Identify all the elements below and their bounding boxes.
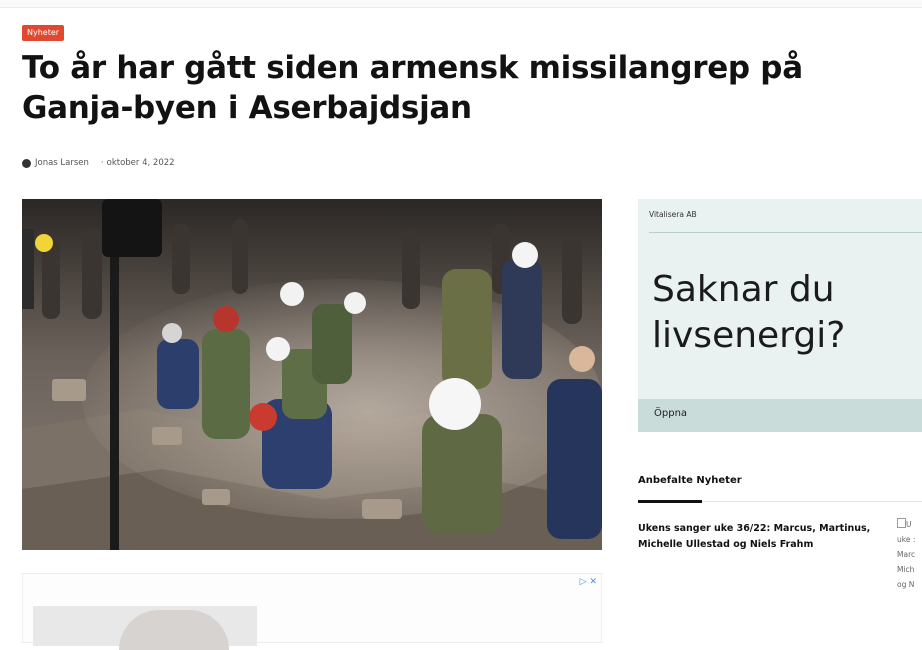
thumb-alt-line: uke : [897,535,916,544]
recommended-item-thumbnail[interactable]: U uke : Marc Mich og N [897,517,922,607]
ad-open-button[interactable]: Öppna [638,399,922,432]
rescue-scene-image [22,199,602,550]
ad-sponsor: Vitalisera AB [649,210,697,219]
author-icon [22,158,31,168]
thumb-alt-line: Marc [897,550,916,559]
category-badge[interactable]: Nyheter [22,25,65,41]
publish-date: oktober 4, 2022 [106,158,175,168]
inline-advertisement[interactable]: ▷ ✕ [22,573,602,650]
sidebar-advertisement[interactable]: Vitalisera AB Saknar du livsenergi? Öppn… [638,199,922,432]
author-name[interactable]: Jonas Larsen [35,158,89,168]
thumb-alt-line: U [897,517,922,532]
thumb-alt-line: Mich [897,565,915,574]
ad-person-image [119,610,229,650]
ad-headline: Saknar du livsenergi? [652,269,846,356]
top-navigation-bar [0,0,922,8]
ad-choices-icon[interactable]: ▷ ✕ [580,577,597,587]
recommended-accent [638,500,702,503]
broken-image-icon [897,518,906,528]
recommended-item-title[interactable]: Ukens sanger uke 36/22: Marcus, Martinus… [638,521,886,553]
recommended-divider [638,500,922,503]
article-title: To år har gått siden armensk missilangre… [22,50,803,126]
recommended-heading: Anbefalte Nyheter [638,475,742,486]
article-meta: Jonas Larsen · oktober 4, 2022 [22,158,175,168]
thumb-alt-line: og N [897,580,915,589]
meta-separator: · [100,158,104,168]
ad-divider [649,232,922,233]
ad-image [33,606,257,650]
article-photo [22,199,602,550]
